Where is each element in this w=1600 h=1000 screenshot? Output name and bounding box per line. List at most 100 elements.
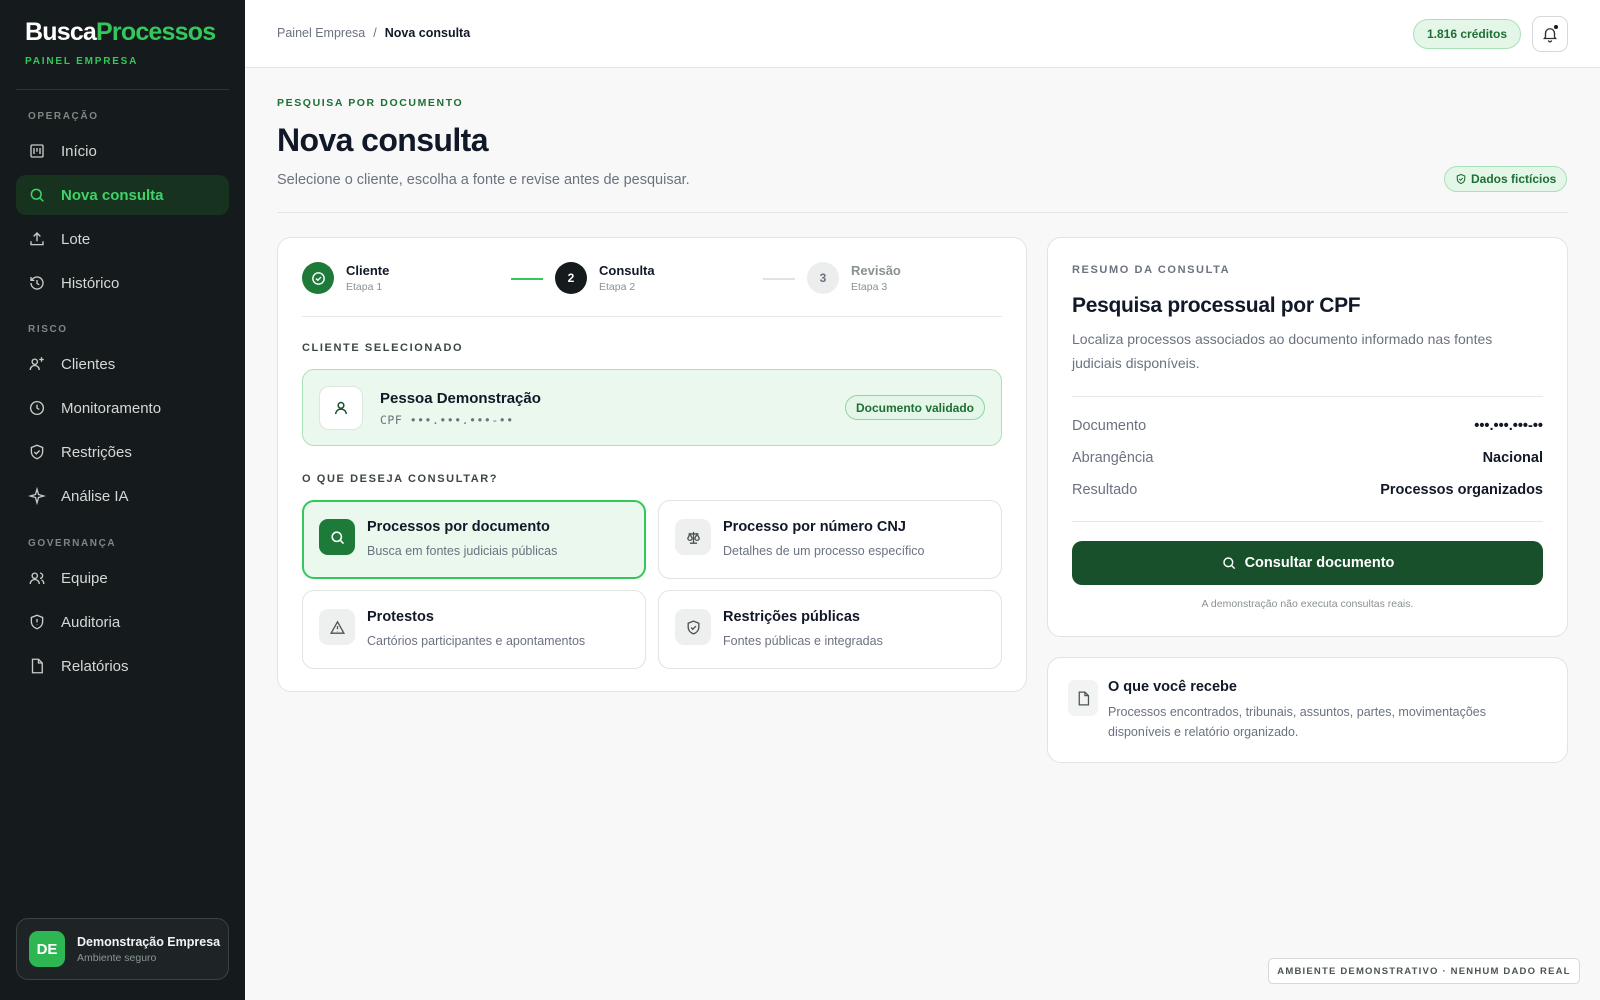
user-icon: [332, 399, 350, 417]
step-sub: Etapa 2: [599, 281, 636, 293]
shield-icon: [28, 443, 46, 461]
sidebar-item-label: Monitoramento: [61, 399, 162, 417]
consult-document-button[interactable]: Consultar documento: [1072, 541, 1543, 585]
step-connector: [511, 278, 543, 280]
page-subtitle: Selecione o cliente, escolha a fonte e r…: [277, 172, 690, 188]
document-status-badge: Documento validado: [844, 395, 985, 420]
summary-row-abrangencia: Abrangência Nacional: [1072, 450, 1543, 466]
users-icon: [28, 569, 46, 587]
sidebar-item-label: Equipe: [61, 569, 108, 587]
selected-client-card[interactable]: Pessoa Demonstração CPF •••.•••.•••-•• D…: [302, 369, 1002, 446]
steps-divider: [302, 316, 1002, 317]
step-number: 2: [555, 262, 587, 294]
summary-row-resultado: Resultado Processos organizados: [1072, 482, 1543, 498]
section-label-operacao: OPERAÇÃO: [28, 111, 99, 122]
sidebar-item-monitoramento[interactable]: Monitoramento: [16, 388, 229, 428]
step-done-indicator: [302, 262, 334, 294]
sidebar-item-analise-ia[interactable]: Análise IA: [16, 476, 229, 516]
avatar: DE: [29, 931, 65, 967]
sidebar-item-label: Lote: [61, 230, 91, 248]
company-subtitle: Ambiente seguro: [77, 951, 157, 964]
credits-badge[interactable]: 1.816 créditos: [1413, 19, 1522, 49]
step-connector: [763, 278, 795, 280]
option-processos-documento[interactable]: Processos por documento Busca em fontes …: [302, 500, 646, 579]
notification-dot: [1553, 24, 1559, 30]
page-title: Nova consulta: [277, 122, 489, 158]
breadcrumb-current: Nova consulta: [384, 26, 471, 40]
notifications-button[interactable]: [1532, 16, 1568, 52]
brand-logo[interactable]: BuscaProcessos: [25, 18, 216, 47]
sidebar-item-restricoes[interactable]: Restrições: [16, 432, 229, 472]
search-icon: [28, 186, 46, 204]
option-title: Processo por número CNJ: [723, 519, 906, 535]
search-icon: [1221, 555, 1237, 571]
summary-key: Documento: [1072, 418, 1147, 434]
brand-part-2: Processos: [96, 18, 216, 46]
file-icon: [1068, 680, 1098, 716]
query-summary-card: RESUMO DA CONSULTA Pesquisa processual p…: [1047, 237, 1568, 637]
shield-check-icon: [1455, 173, 1467, 185]
step-number: 3: [807, 262, 839, 294]
step-name: Cliente: [346, 263, 390, 278]
summary-title: Pesquisa processual por CPF: [1072, 294, 1361, 317]
upload-icon: [28, 230, 46, 248]
step-sub: Etapa 1: [346, 281, 383, 293]
query-wizard-card: Cliente Etapa 1 2 Consulta Etapa 2 3 Rev…: [277, 237, 1027, 692]
step-name: Revisão: [851, 263, 901, 278]
shield-alert-icon: [28, 613, 46, 631]
demo-data-badge: Dados fictícios: [1444, 166, 1568, 192]
topbar: Painel Empresa / Nova consulta 1.816 cré…: [245, 0, 1600, 68]
company-switcher[interactable]: DE Demonstração Empresa Ambiente seguro: [16, 918, 229, 980]
sparkle-icon: [28, 487, 46, 505]
consult-button-label: Consultar documento: [1244, 555, 1395, 571]
option-title: Processos por documento: [367, 519, 550, 535]
deliverables-title: O que você recebe: [1108, 679, 1237, 695]
sidebar-item-label: Histórico: [61, 274, 120, 292]
option-protestos[interactable]: Protestos Cartórios participantes e apon…: [302, 590, 646, 669]
sidebar-item-inicio[interactable]: Início: [16, 131, 229, 171]
section-label-governanca: GOVERNANÇA: [28, 538, 117, 549]
client-document: CPF •••.•••.•••-••: [380, 413, 514, 427]
summary-description: Localiza processos associados ao documen…: [1072, 331, 1493, 371]
deliverables-description: Processos encontrados, tribunais, assunt…: [1108, 705, 1486, 739]
header-divider: [277, 212, 1568, 213]
sidebar-item-relatorios[interactable]: Relatórios: [16, 646, 229, 686]
sidebar-item-clientes[interactable]: Clientes: [16, 344, 229, 384]
step-consulta[interactable]: 2 Consulta Etapa 2: [555, 262, 655, 294]
sidebar-item-label: Nova consulta: [61, 186, 164, 204]
home-icon: [28, 142, 46, 160]
step-revisao[interactable]: 3 Revisão Etapa 3: [807, 262, 901, 294]
summary-divider: [1072, 521, 1543, 522]
step-cliente[interactable]: Cliente Etapa 1: [302, 262, 389, 294]
option-title: Restrições públicas: [723, 609, 860, 625]
page-eyebrow: PESQUISA POR DOCUMENTO: [277, 97, 464, 109]
options-section-label: O QUE DESEJA CONSULTAR?: [302, 473, 499, 485]
demo-badge-label: Dados fictícios: [1471, 172, 1557, 186]
brand-subtitle: PAINEL EMPRESA: [25, 56, 139, 67]
sidebar-item-label: Análise IA: [61, 487, 129, 505]
sidebar-item-historico[interactable]: Histórico: [16, 263, 229, 303]
sidebar-item-label: Restrições: [61, 443, 132, 461]
option-subtitle: Fontes públicas e integradas: [723, 634, 883, 648]
breadcrumb-link-painel[interactable]: Painel Empresa: [277, 26, 365, 40]
summary-value: Processos organizados: [1380, 482, 1543, 498]
company-name: Demonstração Empresa: [77, 934, 221, 949]
step-sub: Etapa 3: [851, 281, 888, 293]
sidebar-item-label: Auditoria: [61, 613, 121, 631]
client-name: Pessoa Demonstração: [380, 390, 541, 407]
summary-value: Nacional: [1482, 450, 1543, 466]
step-name: Consulta: [599, 263, 655, 278]
summary-key: Resultado: [1072, 482, 1138, 498]
option-processo-cnj[interactable]: Processo por número CNJ Detalhes de um p…: [658, 500, 1002, 579]
sidebar-item-auditoria[interactable]: Auditoria: [16, 602, 229, 642]
option-restricoes-publicas[interactable]: Restrições públicas Fontes públicas e in…: [658, 590, 1002, 669]
demo-environment-badge: AMBIENTE DEMONSTRATIVO · NENHUM DADO REA…: [1268, 958, 1580, 984]
sidebar-item-label: Clientes: [61, 355, 116, 373]
sidebar-item-label: Relatórios: [61, 657, 129, 675]
option-subtitle: Cartórios participantes e apontamentos: [367, 634, 586, 648]
sidebar-item-equipe[interactable]: Equipe: [16, 558, 229, 598]
summary-value: •••.•••.•••-••: [1474, 418, 1543, 434]
sidebar-item-nova-consulta[interactable]: Nova consulta: [16, 175, 229, 215]
option-subtitle: Busca em fontes judiciais públicas: [367, 544, 558, 558]
sidebar-item-lote[interactable]: Lote: [16, 219, 229, 259]
